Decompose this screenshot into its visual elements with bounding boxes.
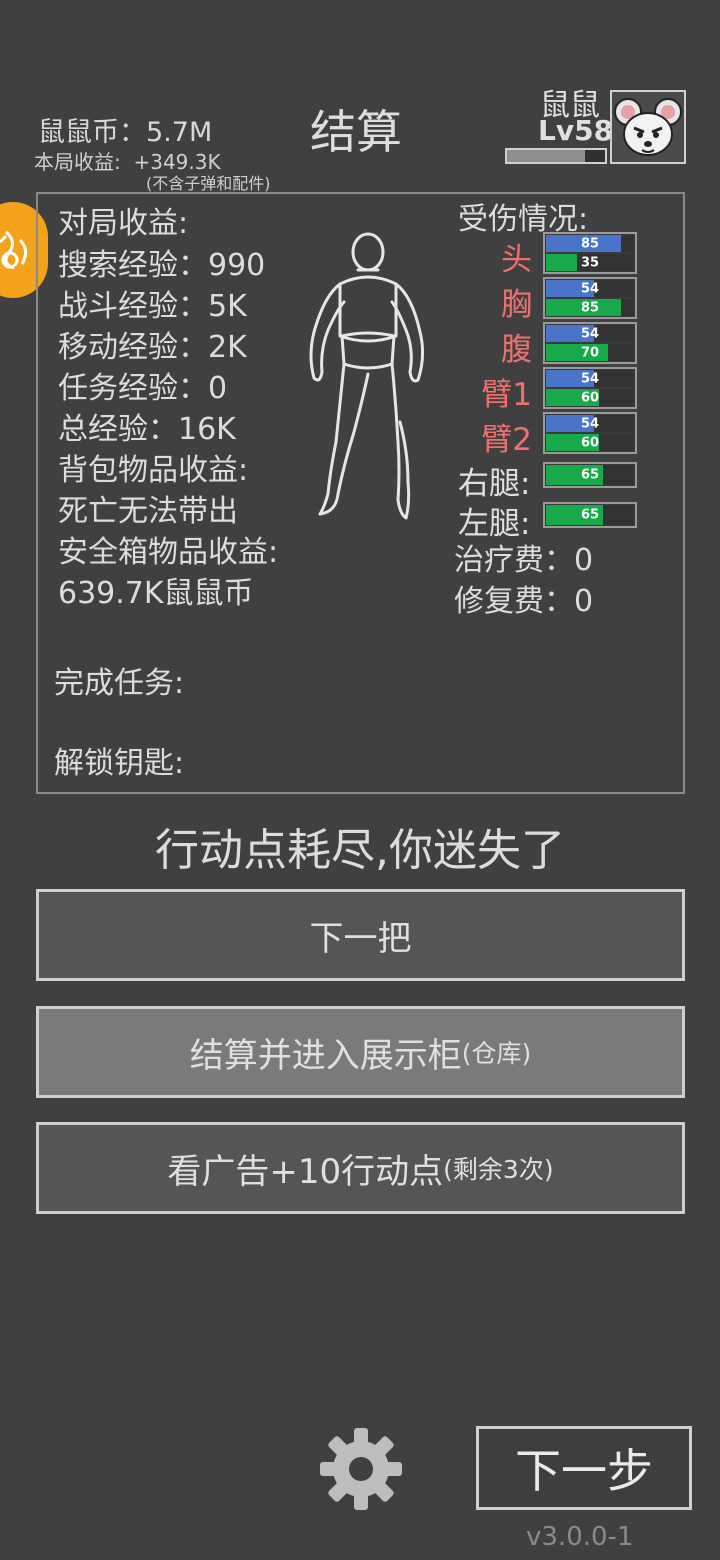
status-message: 行动点耗尽,你迷失了 bbox=[155, 825, 565, 876]
armor-value: 54 bbox=[580, 281, 600, 296]
injury-leg-bar: 65 bbox=[543, 462, 637, 488]
avatar[interactable] bbox=[610, 90, 686, 164]
injury-part-bar: 54 60 bbox=[543, 367, 637, 409]
ad-sub-label: (剩余3次) bbox=[443, 1155, 554, 1184]
injury-part-bar: 54 60 bbox=[543, 412, 637, 454]
hp-value: 35 bbox=[580, 255, 600, 270]
total-exp: 总经验：16K bbox=[58, 412, 236, 447]
search-exp: 搜索经验：990 bbox=[58, 248, 266, 283]
settle-sub-label: (仓库) bbox=[461, 1039, 532, 1068]
hp-value: 85 bbox=[580, 300, 600, 315]
income-note: (不含子弹和配件) bbox=[146, 174, 271, 193]
coin-balance: 鼠鼠币：5.7M bbox=[38, 110, 212, 149]
injury-part-bar: 54 70 bbox=[543, 322, 637, 364]
income-heading: 对局收益: bbox=[58, 206, 189, 241]
armor-value: 54 bbox=[580, 326, 600, 341]
page-title: 结算 bbox=[310, 105, 402, 159]
next-step-button[interactable]: 下一步 bbox=[476, 1426, 692, 1510]
injury-part-bar: 85 35 bbox=[543, 232, 637, 274]
hp-segment: 35 bbox=[546, 254, 634, 271]
gear-icon[interactable] bbox=[318, 1426, 404, 1512]
combat-exp: 战斗经验：5K bbox=[58, 289, 247, 324]
hp-value: 60 bbox=[580, 435, 600, 450]
hp-segment: 65 bbox=[546, 505, 634, 525]
injury-part-name: 臂2 bbox=[481, 422, 532, 458]
settle-showcase-button[interactable]: 结算并进入展示柜 (仓库) bbox=[36, 1006, 685, 1098]
version-label: v3.0.0-1 bbox=[526, 1522, 634, 1552]
ad-label: 看广告+10行动点 bbox=[167, 1151, 444, 1192]
hp-segment: 60 bbox=[546, 389, 634, 406]
player-level: Lv58 bbox=[538, 114, 614, 147]
hp-segment: 85 bbox=[546, 299, 634, 316]
hp-segment: 60 bbox=[546, 434, 634, 451]
armor-segment: 54 bbox=[546, 370, 634, 387]
armor-value: 54 bbox=[580, 416, 600, 431]
next-round-label: 下一把 bbox=[309, 918, 412, 959]
hp-value: 60 bbox=[580, 390, 600, 405]
xp-bar-fill bbox=[507, 150, 586, 162]
armor-segment: 85 bbox=[546, 235, 634, 252]
injury-part-bar: 54 85 bbox=[543, 277, 637, 319]
injury-leg-name: 右腿: bbox=[458, 466, 531, 502]
body-silhouette-icon bbox=[309, 232, 425, 520]
injury-part-name: 臂1 bbox=[481, 377, 532, 413]
armor-segment: 54 bbox=[546, 415, 634, 432]
keys-label: 解锁钥匙: bbox=[54, 746, 185, 781]
injury-part-name: 腹 bbox=[501, 332, 532, 368]
task-exp: 任务经验：0 bbox=[58, 371, 228, 406]
watch-ad-button[interactable]: 看广告+10行动点 (剩余3次) bbox=[36, 1122, 685, 1214]
hp-value: 65 bbox=[580, 507, 600, 523]
mouse-face-icon bbox=[614, 98, 682, 156]
coin-value: 5.7M bbox=[146, 117, 213, 148]
hp-segment: 65 bbox=[546, 465, 634, 485]
repair-fee: 修复费：0 bbox=[454, 584, 594, 619]
backpack-value: 死亡无法带出 bbox=[58, 494, 238, 529]
injury-leg-bar: 65 bbox=[543, 502, 637, 528]
safebox-value: 639.7K鼠鼠币 bbox=[58, 576, 254, 611]
safebox-label: 安全箱物品收益: bbox=[58, 535, 279, 570]
injury-part-name: 头 bbox=[501, 242, 532, 278]
armor-segment: 54 bbox=[546, 325, 634, 342]
move-exp: 移动经验：2K bbox=[58, 330, 247, 365]
armor-segment: 54 bbox=[546, 280, 634, 297]
hp-value: 70 bbox=[580, 345, 600, 360]
xp-bar bbox=[505, 148, 607, 164]
income-label: 本局收益: bbox=[34, 150, 121, 174]
settle-label: 结算并进入展示柜 bbox=[189, 1035, 462, 1076]
backpack-label: 背包物品收益: bbox=[58, 453, 249, 488]
armor-value: 54 bbox=[580, 371, 600, 386]
tasks-label: 完成任务: bbox=[54, 666, 185, 701]
hp-segment: 70 bbox=[546, 344, 634, 361]
next-round-button[interactable]: 下一把 bbox=[36, 889, 685, 981]
hp-value: 65 bbox=[580, 467, 600, 483]
coin-label: 鼠鼠币： bbox=[38, 117, 146, 148]
injury-part-name: 胸 bbox=[501, 287, 532, 323]
next-step-label: 下一步 bbox=[515, 1444, 653, 1498]
treatment-fee: 治疗费：0 bbox=[454, 543, 594, 578]
armor-value: 85 bbox=[580, 236, 600, 251]
